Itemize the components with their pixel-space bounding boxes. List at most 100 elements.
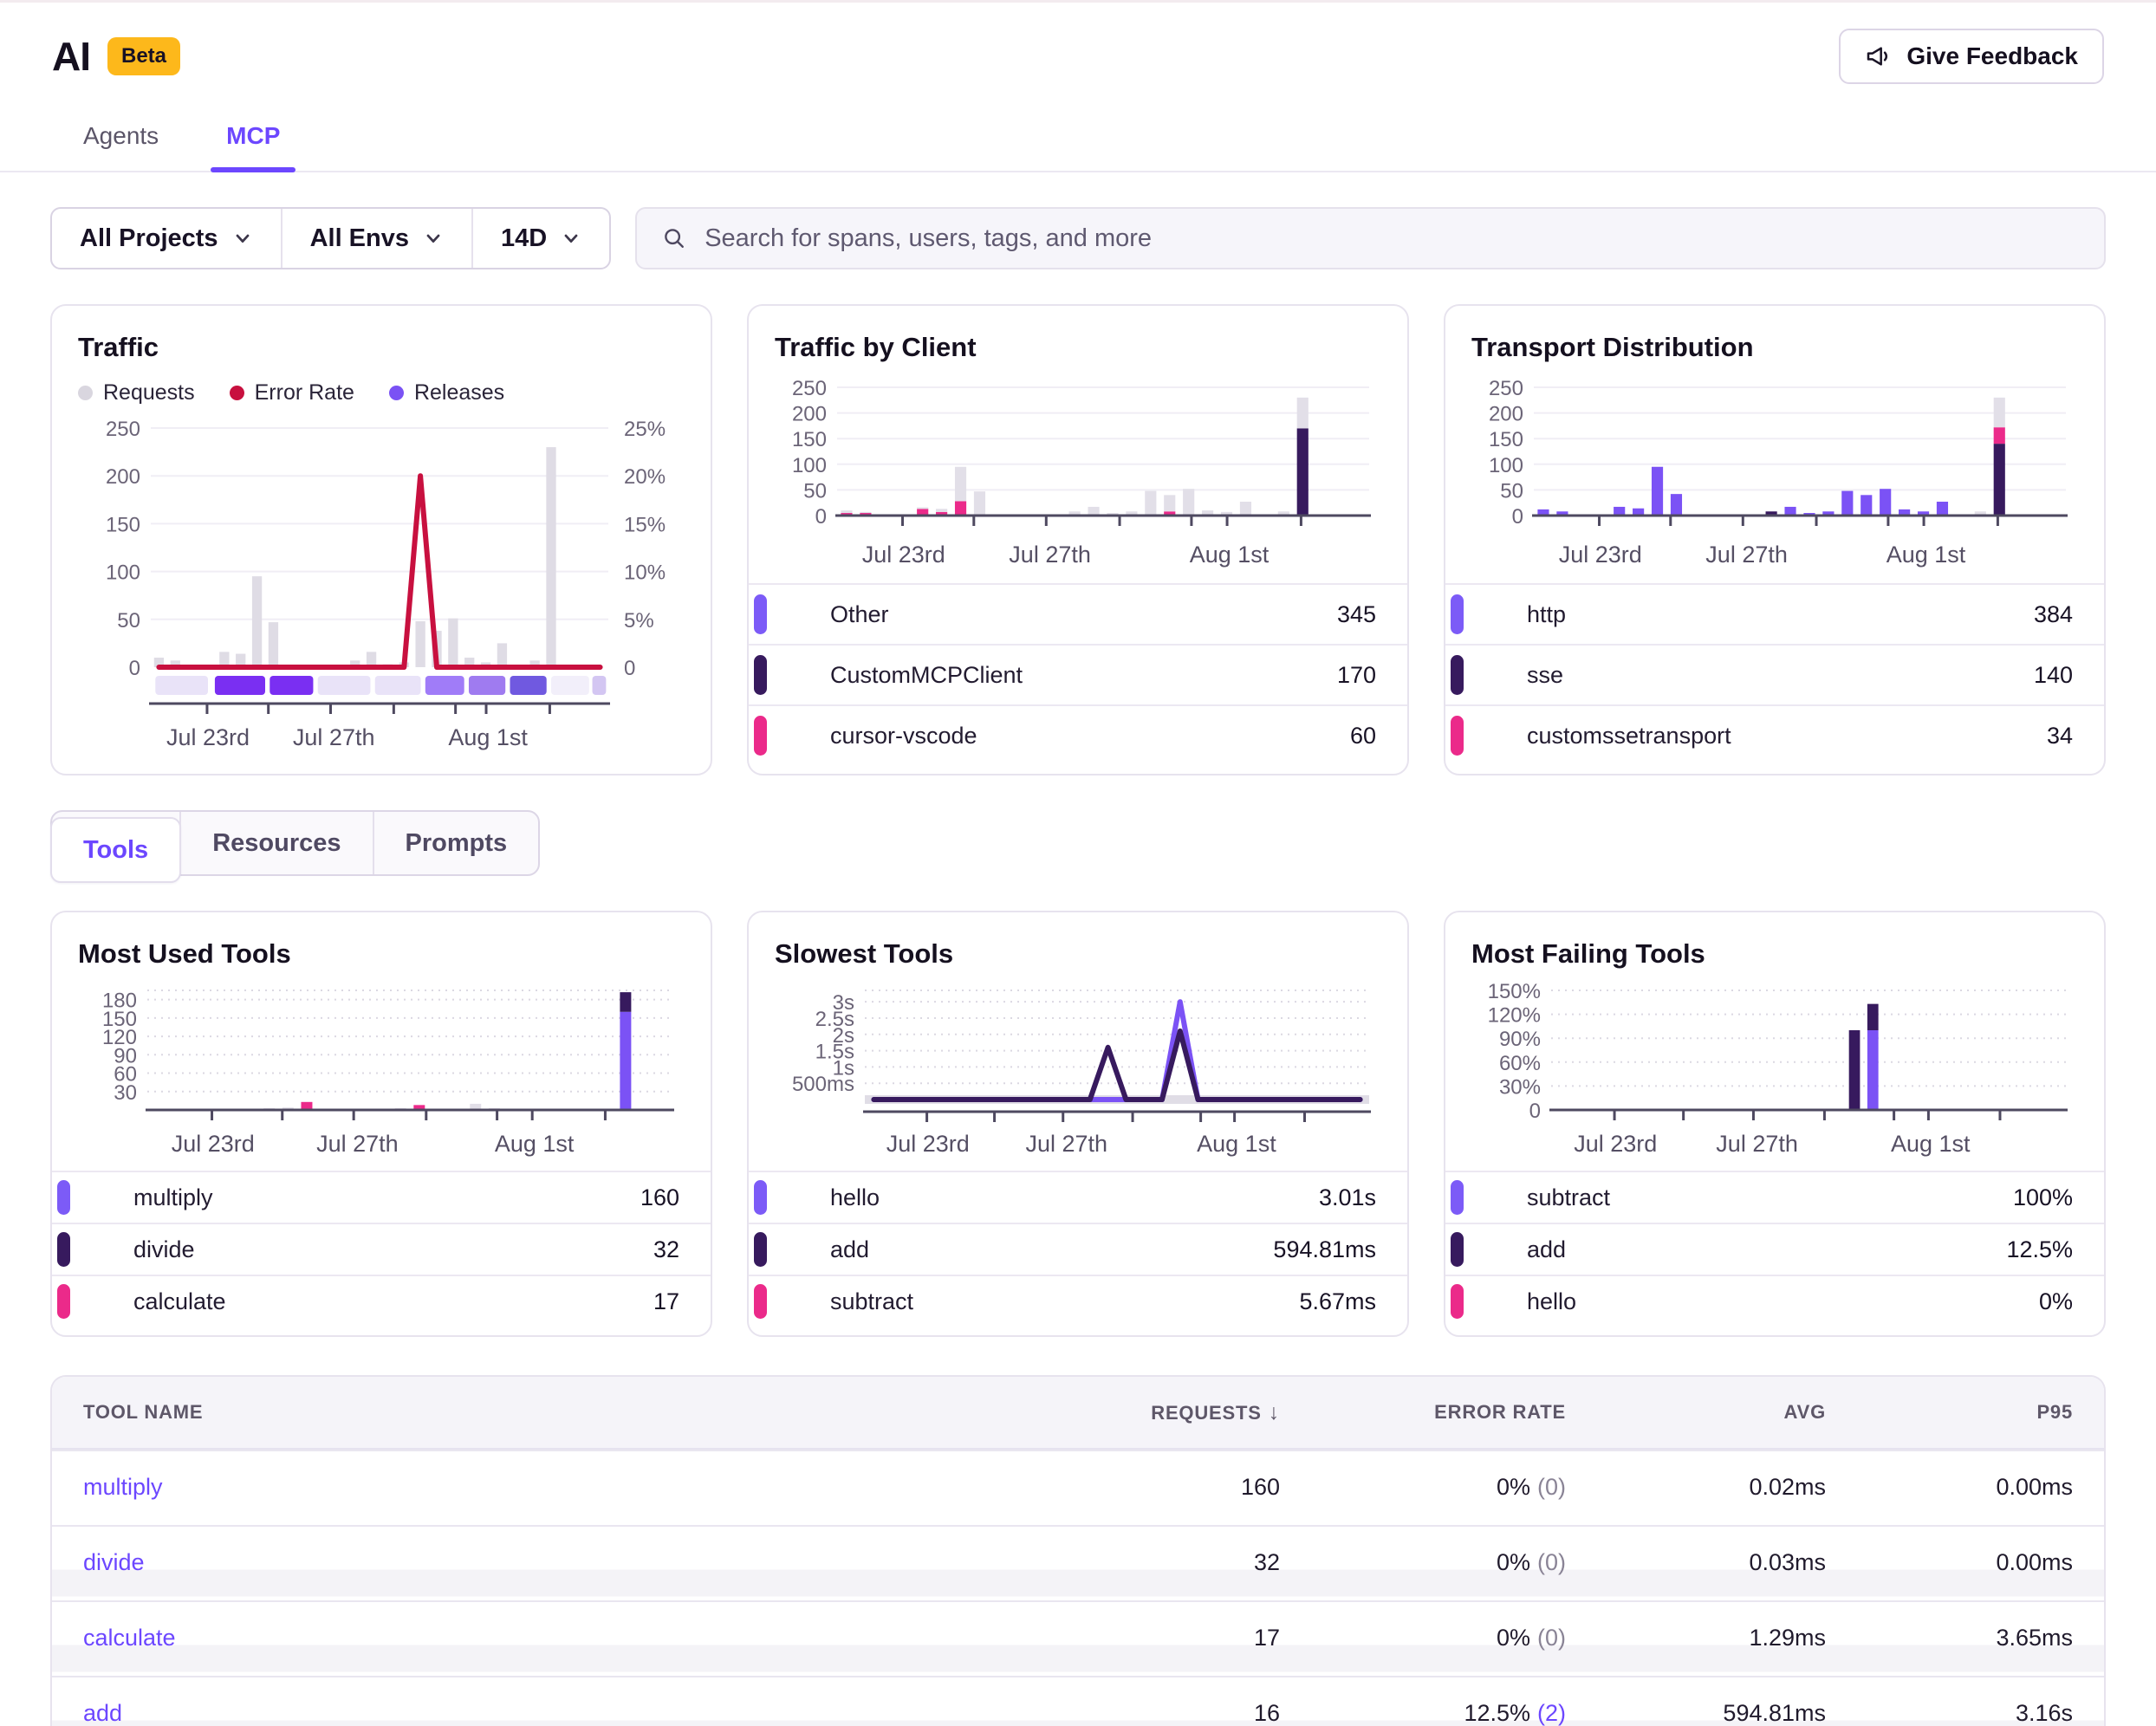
list-item-divide[interactable]: divide 32 bbox=[52, 1223, 711, 1275]
error-count: (0) bbox=[1537, 1474, 1566, 1500]
series-label: multiply bbox=[133, 1184, 213, 1211]
list-item-custommcpclient[interactable]: CustomMCPClient 170 bbox=[749, 644, 1407, 704]
card-most-failing-tools: Most Failing Tools 030%60%90%120%150%Jul… bbox=[1444, 911, 2106, 1337]
svg-text:0: 0 bbox=[624, 657, 635, 680]
tab-mcp[interactable]: MCP bbox=[223, 108, 283, 171]
svg-text:Aug 1st: Aug 1st bbox=[1886, 542, 1966, 568]
series-value: 594.81ms bbox=[1273, 1236, 1376, 1263]
tab-tools[interactable]: Tools bbox=[50, 817, 181, 883]
requests-legend-dot bbox=[78, 386, 93, 400]
p95-cell: 0.00ms bbox=[1826, 1549, 2073, 1576]
requests-cell: 32 bbox=[1011, 1549, 1280, 1576]
series-label: sse bbox=[1527, 662, 1563, 689]
most-used-tools-chart: 306090120150180Jul 23rdJul 27thAug 1st bbox=[78, 982, 685, 1158]
list-item-add[interactable]: add 594.81ms bbox=[749, 1223, 1407, 1275]
svg-text:100: 100 bbox=[1489, 454, 1523, 477]
column-header-avg[interactable]: AVG bbox=[1566, 1401, 1826, 1424]
svg-text:0: 0 bbox=[1529, 1100, 1541, 1123]
list-item-cursor-vscode[interactable]: cursor-vscode 60 bbox=[749, 704, 1407, 765]
svg-text:0: 0 bbox=[1512, 505, 1523, 529]
list-item-multiply[interactable]: multiply 160 bbox=[52, 1171, 711, 1223]
svg-text:30%: 30% bbox=[1499, 1075, 1541, 1099]
sort-descending-icon: ↓ bbox=[1269, 1400, 1280, 1424]
card-most-used-tools: Most Used Tools 306090120150180Jul 23rdJ… bbox=[50, 911, 712, 1337]
most-failing-tools-chart: 030%60%90%120%150%Jul 23rdJul 27thAug 1s… bbox=[1471, 982, 2078, 1158]
svg-text:90%: 90% bbox=[1499, 1028, 1541, 1051]
list-item-http[interactable]: http 384 bbox=[1445, 583, 2104, 644]
megaphone-icon bbox=[1865, 42, 1893, 70]
list-item-subtract[interactable]: subtract 100% bbox=[1445, 1171, 2104, 1223]
traffic-by-client-chart: 050100150200250Jul 23rdJul 27thAug 1st bbox=[775, 375, 1381, 571]
series-color-chip bbox=[57, 1180, 70, 1215]
svg-text:50: 50 bbox=[117, 609, 140, 633]
slowest-tools-chart: 500ms1s1.5s2s2.5s3sJul 23rdJul 27thAug 1… bbox=[775, 982, 1381, 1158]
tab-prompts[interactable]: Prompts bbox=[373, 812, 539, 874]
traffic-chart: 05010015020025005%10%15%20%25%Jul 23rdJu… bbox=[78, 418, 685, 757]
date-range-dropdown[interactable]: 14D bbox=[471, 209, 609, 268]
series-value: 0% bbox=[2039, 1288, 2073, 1315]
transport-legend-list: http 384 sse 140 customssetransport 34 bbox=[1445, 583, 2104, 774]
give-feedback-button[interactable]: Give Feedback bbox=[1839, 29, 2104, 84]
svg-text:Aug 1st: Aug 1st bbox=[1190, 542, 1270, 568]
search-input[interactable] bbox=[705, 224, 2080, 253]
search-icon bbox=[661, 225, 687, 251]
svg-text:200: 200 bbox=[106, 465, 140, 489]
column-header-p95[interactable]: P95 bbox=[1826, 1401, 2073, 1424]
tab-agents[interactable]: Agents bbox=[80, 108, 162, 171]
slowest-tools-title: Slowest Tools bbox=[775, 938, 1381, 970]
page-filters: All Projects All Envs 14D bbox=[50, 207, 611, 269]
column-header-tool-name[interactable]: TOOL NAME bbox=[83, 1401, 1011, 1424]
series-value: 140 bbox=[2034, 662, 2073, 689]
avg-cell: 594.81ms bbox=[1566, 1700, 1826, 1726]
env-filter-label: All Envs bbox=[310, 224, 409, 253]
svg-text:Jul 23rd: Jul 23rd bbox=[886, 1131, 970, 1157]
most-used-tools-title: Most Used Tools bbox=[78, 938, 685, 970]
list-item-calculate[interactable]: calculate 17 bbox=[52, 1275, 711, 1327]
card-transport-distribution: Transport Distribution 050100150200250Ju… bbox=[1444, 304, 2106, 775]
list-item-hello[interactable]: hello 3.01s bbox=[749, 1171, 1407, 1223]
slowest-list: hello 3.01s add 594.81ms subtract 5.67ms bbox=[749, 1171, 1407, 1335]
error-rate-cell: 0%(0) bbox=[1280, 1625, 1566, 1651]
series-label: CustomMCPClient bbox=[830, 662, 1023, 689]
svg-text:Jul 23rd: Jul 23rd bbox=[1559, 542, 1642, 568]
tool-link-add[interactable]: add bbox=[83, 1700, 122, 1726]
project-filter-label: All Projects bbox=[80, 224, 218, 253]
series-label: http bbox=[1527, 601, 1566, 628]
tab-resources[interactable]: Resources bbox=[179, 812, 372, 874]
svg-text:Jul 23rd: Jul 23rd bbox=[172, 1131, 255, 1157]
search-bar[interactable] bbox=[635, 207, 2106, 269]
series-label: cursor-vscode bbox=[830, 723, 977, 749]
svg-text:50: 50 bbox=[803, 479, 827, 503]
mcp-item-type-tabs: Tools Resources Prompts bbox=[50, 810, 540, 876]
series-label: hello bbox=[1527, 1288, 1576, 1315]
page-content: All Projects All Envs 14D bbox=[0, 207, 2156, 1726]
error-rate-cell: 12.5%(2) bbox=[1280, 1700, 1566, 1726]
traffic-legend: Requests Error Rate Releases bbox=[78, 380, 685, 406]
series-value: 170 bbox=[1337, 662, 1376, 689]
list-item-subtract[interactable]: subtract 5.67ms bbox=[749, 1275, 1407, 1327]
svg-text:150%: 150% bbox=[1488, 982, 1541, 1003]
series-color-chip bbox=[754, 1232, 767, 1267]
list-item-sse[interactable]: sse 140 bbox=[1445, 644, 2104, 704]
card-slowest-tools: Slowest Tools 500ms1s1.5s2s2.5s3sJul 23r… bbox=[747, 911, 1409, 1337]
p95-cell: 0.00ms bbox=[1826, 1474, 2073, 1501]
list-item-other[interactable]: Other 345 bbox=[749, 583, 1407, 644]
tool-link-divide[interactable]: divide bbox=[83, 1549, 145, 1575]
series-value: 3.01s bbox=[1319, 1184, 1376, 1211]
column-header-requests[interactable]: REQUESTS↓ bbox=[1011, 1400, 1280, 1425]
column-header-error-rate[interactable]: ERROR RATE bbox=[1280, 1401, 1566, 1424]
table-row-multiply: multiply 160 0%(0) 0.02ms 0.00ms bbox=[52, 1450, 2104, 1525]
list-item-hello[interactable]: hello 0% bbox=[1445, 1275, 2104, 1327]
series-value: 17 bbox=[653, 1288, 679, 1315]
list-item-add[interactable]: add 12.5% bbox=[1445, 1223, 2104, 1275]
error-rate-cell: 0%(0) bbox=[1280, 1549, 1566, 1576]
env-filter-dropdown[interactable]: All Envs bbox=[281, 209, 471, 268]
list-item-customssetransport[interactable]: customssetransport 34 bbox=[1445, 704, 2104, 765]
releases-legend-dot bbox=[389, 386, 404, 400]
project-filter-dropdown[interactable]: All Projects bbox=[52, 209, 281, 268]
tool-link-multiply[interactable]: multiply bbox=[83, 1474, 163, 1500]
tool-link-calculate[interactable]: calculate bbox=[83, 1625, 176, 1651]
card-traffic: Traffic Requests Error Rate Releases bbox=[50, 304, 712, 775]
svg-text:Jul 27th: Jul 27th bbox=[1026, 1131, 1108, 1157]
svg-text:5%: 5% bbox=[624, 609, 654, 633]
